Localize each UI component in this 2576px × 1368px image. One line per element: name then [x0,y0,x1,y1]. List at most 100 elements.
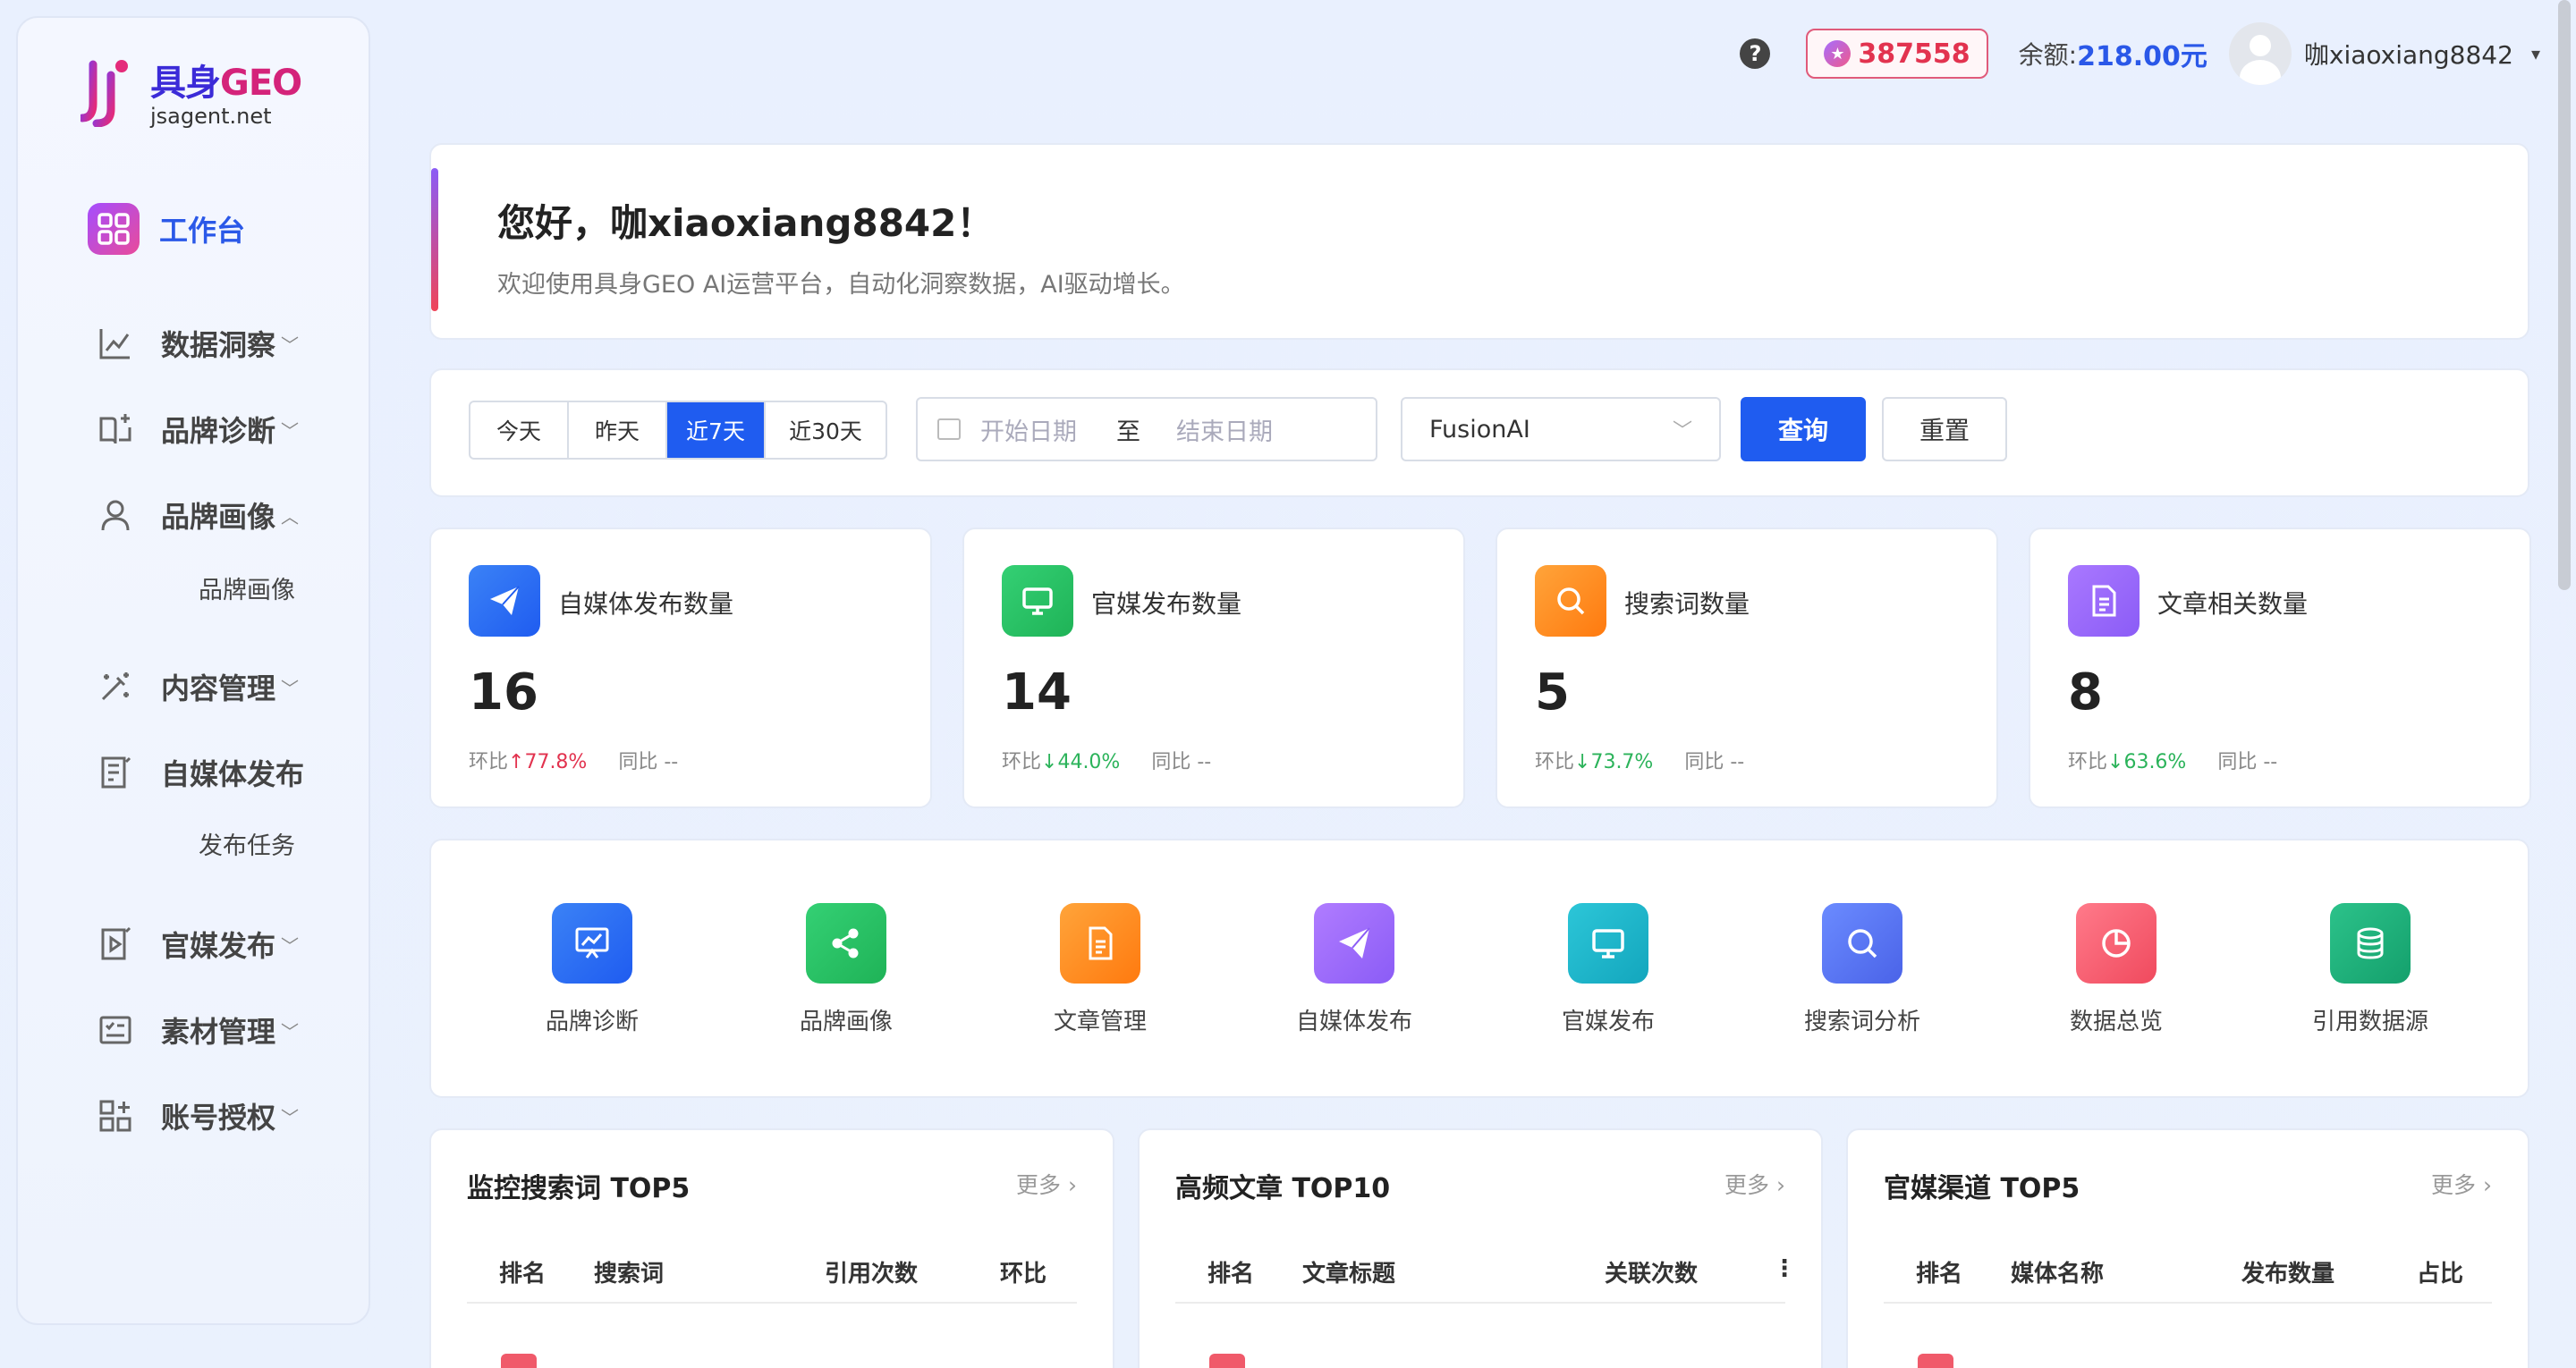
username[interactable]: 咖xiaoxiang8842 [2304,36,2513,72]
avatar[interactable] [2228,22,2292,85]
quick-label: 引用数据源 [2311,1009,2428,1035]
quick-article-management[interactable]: 文章管理 [1011,903,1190,1036]
start-date-input[interactable]: 开始日期 [980,412,1077,447]
end-date-input[interactable]: 结束日期 [1176,412,1273,447]
paper-plane-icon [1314,903,1394,984]
quick-label: 数据总览 [2069,1009,2163,1035]
range-today-button[interactable]: 今天 [470,402,569,458]
quick-self-media-publish[interactable]: 自媒体发布 [1265,903,1444,1036]
table-card-official-media: 官媒渠道 TOP5 更多 › 排名 媒体名称 发布数量 占比 [1846,1128,2529,1368]
query-button[interactable]: 查询 [1741,397,1866,461]
sidebar-item-label: 内容管理 [161,671,276,705]
chevron-down-icon: ﹀ [281,1020,300,1043]
quick-data-overview[interactable]: 数据总览 [2027,903,2206,1036]
chevron-down-icon: ﹀ [281,334,300,356]
col-rank: 排名 [1916,1261,1963,1288]
sidebar-item-account-authorization[interactable]: 账号授权 ﹀ [89,1084,358,1148]
table-card-articles: 高频文章 TOP10 更多 › 排名 文章标题 关联次数 ⋮ [1138,1128,1823,1368]
more-link[interactable]: 更多 › [1016,1168,1077,1200]
model-select-value: FusionAI [1429,415,1530,443]
stat-value: 14 [1002,663,1072,722]
col-share: 占比 [2417,1261,2464,1288]
more-link[interactable]: 更多 › [2431,1168,2492,1200]
sidebar-item-official-media-publish[interactable]: 官媒发布 ﹀ [89,912,358,976]
stat-card-official-media[interactable]: 官媒发布数量 14 环比↓44.0% 同比 -- [962,528,1465,808]
col-rank: 排名 [1208,1261,1255,1288]
column-menu-icon[interactable]: ⋮ [1773,1255,1796,1282]
mom-label: 环比 [1002,751,1042,773]
points-badge[interactable]: ★ 387558 [1806,29,1988,79]
date-range-segment: 今天 昨天 近7天 近30天 [469,401,887,460]
grid-icon [88,203,140,255]
col-publish-count: 发布数量 [2241,1261,2335,1288]
help-icon[interactable]: ? [1740,38,1771,69]
brand-name-en: GEO [220,63,302,104]
caret-down-icon[interactable]: ▾ [2531,43,2540,64]
yoy-label: 同比 [618,751,658,773]
table-card-search-terms: 监控搜索词 TOP5 更多 › 排名 搜索词 引用次数 环比 [429,1128,1114,1368]
presentation-chart-icon [552,903,632,984]
col-citations: 引用次数 [825,1261,919,1288]
book-sparkle-icon [89,403,141,455]
star-icon: ★ [1824,40,1852,67]
logo-icon [78,55,138,128]
quick-citation-source[interactable]: 引用数据源 [2281,903,2460,1036]
yoy-label: 同比 [1684,751,1724,773]
col-mom: 环比 [1000,1261,1047,1288]
yoy-value: -- [1197,751,1212,773]
top-header: ? ★ 387558 余额: 218.00元 咖xiaoxiang8842 ▾ [1740,18,2540,89]
trend-chart-icon [89,317,141,369]
sidebar-item-label: 数据洞察 [161,328,276,362]
stat-label: 官媒发布数量 [1091,589,1242,619]
checklist-icon [89,1004,141,1056]
filter-bar: 今天 昨天 近7天 近30天 开始日期 至 结束日期 FusionAI ﹀ 查询… [429,368,2529,497]
stat-value: 8 [2068,663,2103,722]
mom-value: ↓63.6% [2107,751,2187,773]
col-article-title: 文章标题 [1302,1261,1396,1288]
page-scrollbar[interactable] [2558,0,2571,590]
document-edit-icon [89,747,141,798]
range-30days-button[interactable]: 近30天 [766,402,886,458]
stat-card-articles[interactable]: 文章相关数量 8 环比↓63.6% 同比 -- [2029,528,2531,808]
submenu-publish-task[interactable]: 发布任务 [199,826,295,861]
range-yesterday-button[interactable]: 昨天 [569,402,667,458]
chevron-down-icon: ﹀ [281,1106,300,1128]
search-icon [1822,903,1902,984]
welcome-subtitle: 欢迎使用具身GEO AI运营平台，自动化洞察数据，AI驱动增长。 [497,271,1185,299]
quick-official-media-publish[interactable]: 官媒发布 [1519,903,1698,1036]
monitor-icon [1002,565,1073,637]
stat-card-self-media[interactable]: 自媒体发布数量 16 环比↑77.8% 同比 -- [429,528,932,808]
sidebar-item-brand-profile[interactable]: 品牌画像 ︿ [89,483,358,547]
brand-name-cn: 具身 [150,63,221,104]
mom-value: ↑77.8% [508,751,588,773]
reset-button[interactable]: 重置 [1882,397,2007,461]
stat-label: 自媒体发布数量 [558,589,734,619]
sidebar-item-content-management[interactable]: 内容管理 ﹀ [89,654,358,719]
model-select[interactable]: FusionAI ﹀ [1401,397,1721,461]
sidebar-item-self-media-publish[interactable]: 自媒体发布 [89,740,358,805]
quick-search-term-analysis[interactable]: 搜索词分析 [1773,903,1952,1036]
stat-value: 5 [1535,663,1570,722]
sidebar-item-workbench[interactable]: 工作台 [88,197,356,261]
date-range-picker[interactable]: 开始日期 至 结束日期 [916,397,1377,461]
submenu-brand-profile[interactable]: 品牌画像 [199,570,295,605]
mom-label: 环比 [1535,751,1575,773]
rank-badge [501,1354,537,1368]
stat-card-search-terms[interactable]: 搜索词数量 5 环比↓73.7% 同比 -- [1496,528,1998,808]
more-link[interactable]: 更多 › [1724,1168,1785,1200]
stat-label: 文章相关数量 [2157,589,2309,619]
magic-wand-icon [89,661,141,713]
sidebar-item-material-management[interactable]: 素材管理 ﹀ [89,998,358,1062]
quick-brand-profile[interactable]: 品牌画像 [757,903,936,1036]
sidebar-item-data-insight[interactable]: 数据洞察 ﹀ [89,311,358,376]
range-7days-button[interactable]: 近7天 [667,402,766,458]
brand-logo[interactable]: 具身GEO jsagent.net [78,54,302,129]
brand-domain: jsagent.net [150,104,272,129]
quick-label: 品牌诊断 [545,1009,639,1035]
sidebar-item-brand-diagnosis[interactable]: 品牌诊断 ﹀ [89,397,358,461]
welcome-card: 您好，咖xiaoxiang8842！ 欢迎使用具身GEO AI运营平台，自动化洞… [429,143,2529,340]
points-value: 387558 [1858,38,1970,70]
rank-badge [1918,1354,1953,1368]
database-icon [2330,903,2411,984]
quick-brand-diagnosis[interactable]: 品牌诊断 [503,903,682,1036]
